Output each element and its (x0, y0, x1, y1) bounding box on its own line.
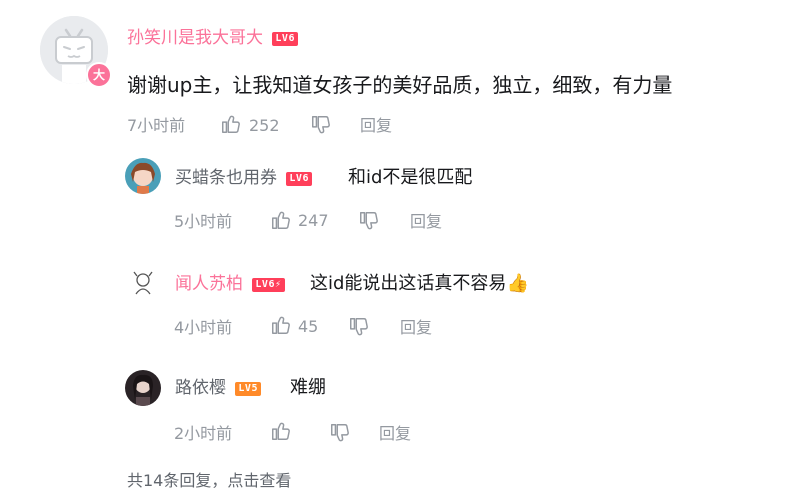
hardcore-flag-icon: ⚡ (274, 279, 282, 290)
view-more-replies-link[interactable]: 共14条回复，点击查看 (127, 467, 291, 491)
username-text: 买蜡条也用券 (175, 168, 277, 188)
thumbs-up-emoji-icon: 👍 (506, 273, 529, 294)
anime-avatar-icon (125, 158, 161, 194)
reply-button[interactable]: 回复 (410, 212, 442, 232)
like-count: 247 (298, 211, 329, 230)
reply-time: 4小时前 (174, 318, 233, 337)
like-icon[interactable] (270, 420, 292, 442)
comment-text: 谢谢up主，让我知道女孩子的美好品质，独立，细致，有力量 (127, 73, 673, 97)
level-badge: LV6⚡ (252, 278, 285, 292)
reply-text: 和id不是很匹配 (348, 167, 473, 188)
username-text: 孙笑川是我大哥大 (127, 28, 263, 48)
dislike-icon[interactable] (348, 316, 370, 338)
level-text: LV6 (255, 279, 275, 290)
comment-time: 7小时前 (127, 116, 186, 135)
comment-username[interactable]: 孙笑川是我大哥大 LV6 (127, 27, 298, 49)
reply-button[interactable]: 回复 (379, 424, 411, 444)
avatar[interactable] (125, 266, 161, 302)
sketch-avatar-icon (125, 266, 161, 302)
like-count: 45 (298, 317, 319, 336)
username-text: 闻人苏柏 (175, 274, 243, 294)
reply-time: 2小时前 (174, 424, 233, 443)
avatar[interactable] (125, 370, 161, 406)
dark-portrait-avatar-icon (125, 370, 161, 406)
reply-text: 这id能说出这话真不容易👍 (310, 271, 529, 297)
like-icon[interactable] (220, 113, 242, 135)
reply-button[interactable]: 回复 (400, 318, 432, 338)
dislike-icon[interactable] (329, 422, 351, 444)
like-icon[interactable] (270, 209, 292, 231)
level-badge: LV6 (272, 32, 298, 46)
vip-badge: 大 (86, 62, 112, 88)
like-icon[interactable] (270, 314, 292, 336)
like-count: 252 (249, 116, 280, 135)
reply-username[interactable]: 闻人苏柏 LV6⚡ (175, 273, 285, 295)
reply-text-body: 这id能说出这话真不容易 (310, 273, 507, 294)
level-badge: LV5 (235, 382, 261, 396)
reply-username[interactable]: 买蜡条也用券 LV6 (175, 167, 312, 189)
dislike-icon[interactable] (310, 114, 332, 136)
level-badge: LV6 (286, 172, 312, 186)
reply-time: 5小时前 (174, 212, 233, 231)
reply-text: 难绷 (290, 377, 326, 398)
username-text: 路依樱 (175, 378, 226, 398)
avatar[interactable] (125, 158, 161, 194)
reply-button[interactable]: 回复 (360, 116, 392, 136)
reply-username[interactable]: 路依樱 LV5 (175, 377, 261, 399)
dislike-icon[interactable] (358, 210, 380, 232)
